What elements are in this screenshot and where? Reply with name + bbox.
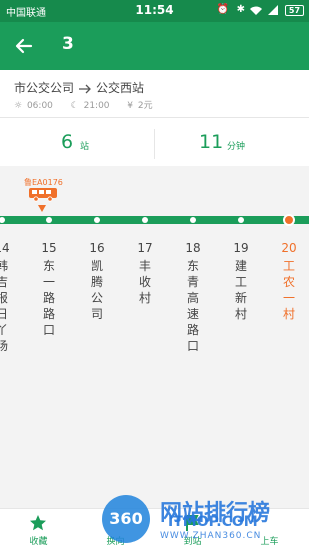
minutes-away: 11 分钟 [155, 123, 309, 165]
arrival-stats: 6 站 11 分钟 [0, 123, 309, 165]
wifi-icon [250, 6, 262, 15]
bus-icon[interactable] [28, 187, 58, 202]
minutes-value: 11 [199, 131, 224, 153]
station-18[interactable]: 18 东青高速路口 [185, 238, 201, 354]
station-16[interactable]: 16 凯腾公司 [89, 238, 105, 322]
fare-value: 2元 [137, 101, 153, 111]
app-bar: 3 [0, 22, 309, 70]
station-number: 16 [89, 241, 105, 255]
station-14[interactable]: 14 韩吉报日丫场 [0, 238, 10, 354]
station-number: 19 [233, 241, 249, 255]
station-17[interactable]: 17 丰收村 [137, 238, 153, 306]
station-dot[interactable] [142, 217, 148, 223]
station-name: 丰收村 [138, 259, 151, 305]
station-19[interactable]: 19 建工新村 [233, 238, 249, 322]
sun-icon: ☼ [14, 101, 23, 111]
station-name: 东青高速路口 [186, 259, 199, 353]
route-to: 公交西站 [96, 81, 145, 95]
station-dot[interactable] [238, 217, 244, 223]
stops-away: 6 站 [0, 123, 154, 165]
station-dot[interactable] [46, 217, 52, 223]
watermark-url: WWW.ZHAN360.CN [160, 531, 262, 541]
station-name: 凯腾公司 [90, 259, 103, 321]
line-title: 3 [62, 34, 74, 54]
station-name: 韩吉报日丫场 [0, 259, 8, 353]
signal-icon [268, 5, 278, 15]
bus-line-screen: 中国联通 11:54 ⏰ ✱ 57 3 市公交公司 公交西站 ☼ 06:00 ☾ … [0, 0, 309, 550]
station-number: 20 [281, 241, 297, 255]
minutes-unit: 分钟 [227, 142, 246, 152]
watermark-badge: 360 [102, 495, 150, 543]
watermark-subtitle: ITMOP.COM [168, 514, 258, 530]
fare-symbol: ¥ [127, 101, 134, 111]
star-icon [30, 515, 46, 531]
route-from: 市公交公司 [14, 81, 75, 95]
back-arrow-icon[interactable] [11, 33, 37, 59]
station-20-current[interactable]: 20 工农一村 [281, 238, 297, 322]
route-info: 市公交公司 公交西站 ☼ 06:00 ☾ 21:00 ¥ 2元 [0, 72, 309, 116]
favorite-button[interactable]: 收藏 [0, 509, 77, 550]
bus-position-marker [38, 205, 46, 212]
route-schedule: ☼ 06:00 ☾ 21:00 ¥ 2元 [14, 98, 155, 111]
station-dot[interactable] [94, 217, 100, 223]
route-direction: 市公交公司 公交西站 [14, 79, 144, 96]
station-number: 14 [0, 241, 10, 255]
last-bus-time: 21:00 [83, 101, 110, 111]
station-dot[interactable] [190, 217, 196, 223]
status-bar: 中国联通 11:54 ⏰ ✱ 57 [0, 0, 309, 22]
right-arrow-icon [79, 84, 91, 93]
battery-indicator: 57 [285, 5, 304, 16]
station-name: 东一路路口 [42, 259, 55, 337]
divider [0, 117, 309, 118]
favorite-label: 收藏 [29, 537, 48, 547]
station-number: 15 [41, 241, 57, 255]
current-station-dot[interactable] [283, 214, 295, 226]
station-name: 建工新村 [234, 259, 247, 321]
station-number: 18 [185, 241, 201, 255]
stops-unit: 站 [80, 142, 90, 152]
first-bus-time: 06:00 [26, 101, 53, 111]
station-number: 17 [137, 241, 153, 255]
moon-icon: ☾ [70, 101, 79, 111]
station-15[interactable]: 15 东一路路口 [41, 238, 57, 338]
station-name: 工农一村 [282, 259, 295, 321]
bluetooth-icon: ✱ [236, 4, 245, 15]
alarm-icon: ⏰ [216, 4, 229, 15]
stops-value: 6 [61, 131, 74, 153]
